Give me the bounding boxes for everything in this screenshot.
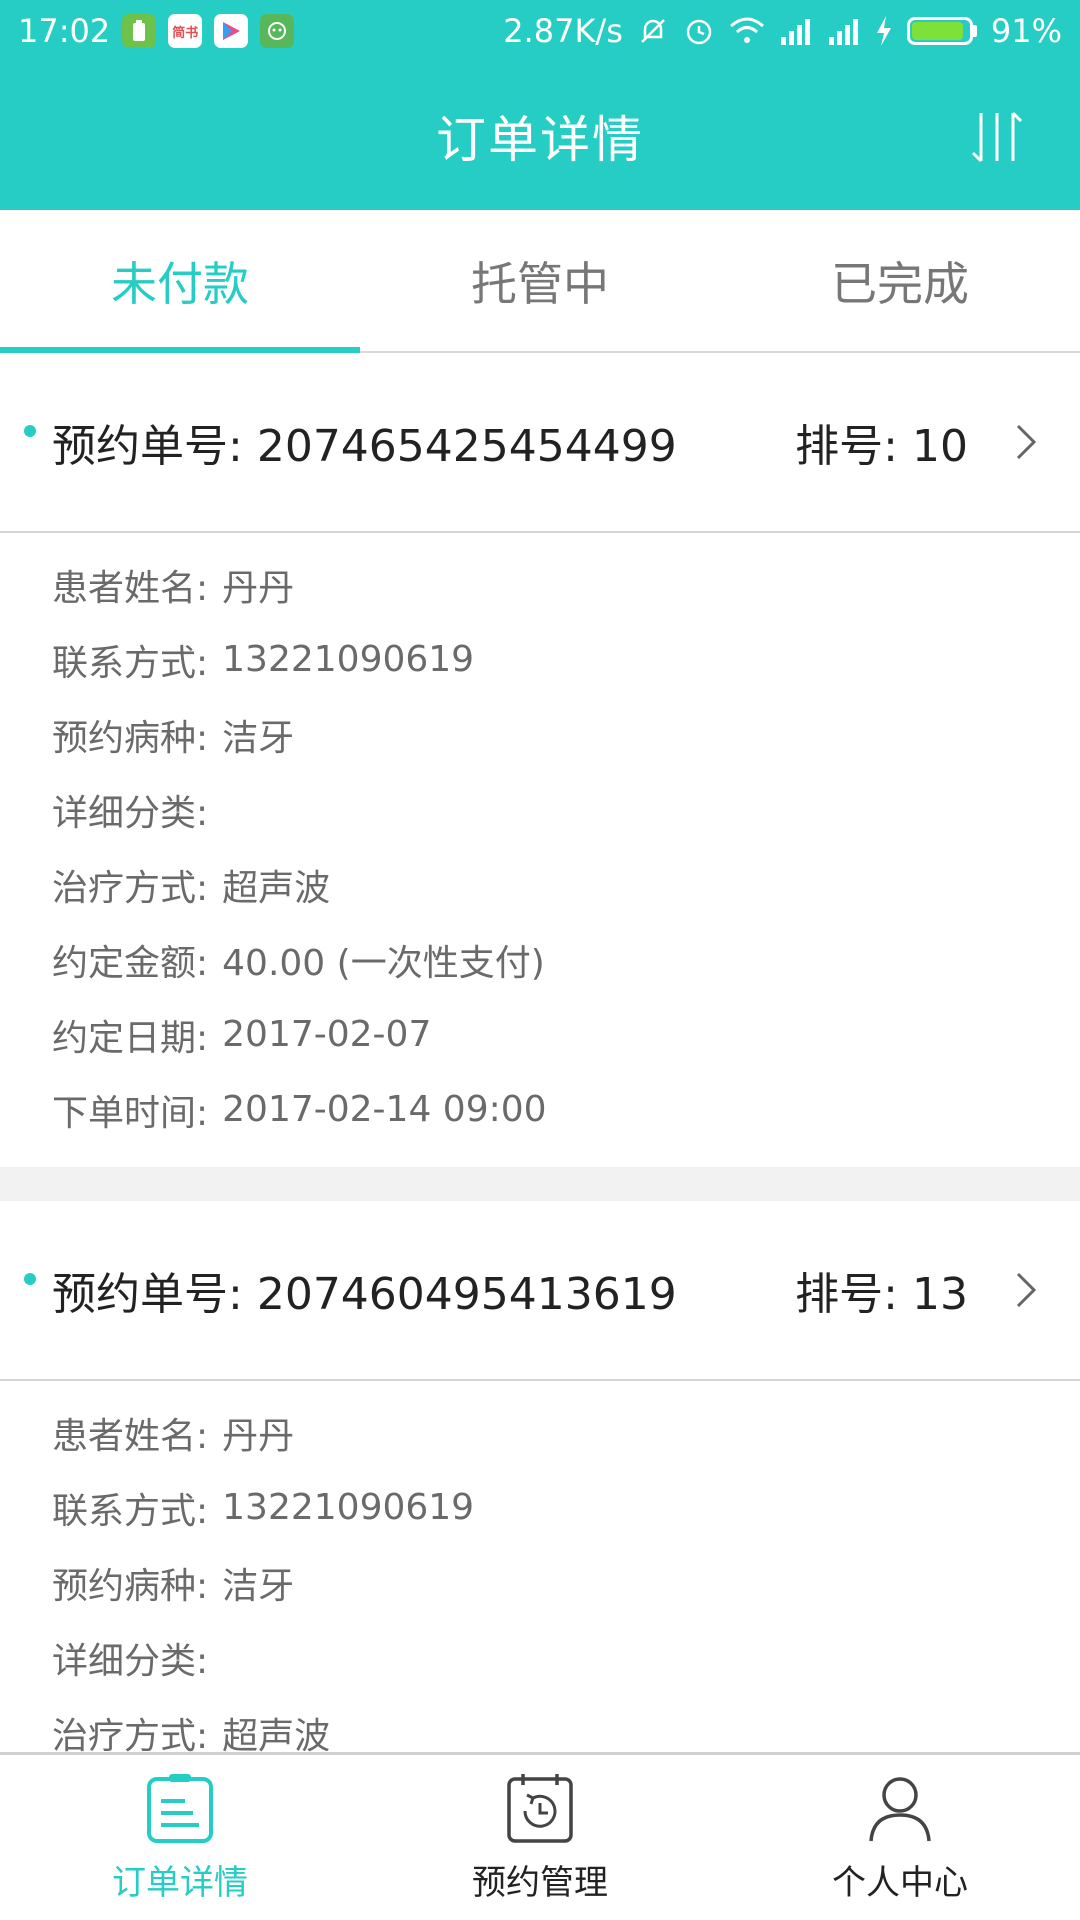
order-header[interactable]: 预约单号: 207460495413619 排号: 13 [0,1201,1080,1381]
contact-phone: 13221090619 [222,1487,475,1528]
amount-row: 约定金额: 40.00 (一次性支付) [52,922,1080,997]
disease: 洁牙 [222,1565,295,1607]
order-status-tabs: 未付款 托管中 已完成 [0,210,1080,353]
treatment: 超声波 [222,867,331,909]
tab-escrow[interactable]: 托管中 [360,210,720,351]
patient-name: 丹丹 [222,567,295,609]
tab-unpaid[interactable]: 未付款 [0,210,360,353]
order-details: 患者姓名: 丹丹 联系方式: 13221090619 预约病种: 洁牙 详细分类: 治… [0,1381,1080,1754]
disease: 洁牙 [222,717,295,759]
order-card: 预约单号: 207460495413619 排号: 13 患者姓名: 丹丹 联系方… [0,1201,1080,1753]
app-bar: 订单详情 [0,62,1080,210]
contact-phone: 13221090619 [222,639,475,680]
queue-number: 排号: 10 [795,421,968,472]
chevron-right-icon[interactable] [1010,1270,1040,1310]
order-number: 预约单号: 207460495413619 [52,1269,677,1320]
category-row: 详细分类: [52,1640,209,1682]
order-time-row: 下单时间: 2017-02-14 09:00 [52,1089,547,1134]
section-divider [0,1167,1080,1201]
alarm-icon [686,19,712,45]
order-number: 预约单号: 207465425454499 [52,421,677,472]
contact-row: 联系方式: 13221090619 [52,639,475,684]
battery-icon [906,17,977,45]
order-list[interactable]: 预约单号: 207465425454499 排号: 10 患者姓名: 丹丹 联系方… [0,353,1080,1753]
queue-number: 排号: 13 [795,1269,968,1320]
nav-label: 预约管理 [472,1863,608,1903]
battery-app-icon [122,14,157,48]
status-bar: 17:02 简书 2.87K/s 91% [0,0,1080,62]
user-icon [869,1777,931,1842]
sort-button[interactable] [964,102,1034,172]
order-card: 预约单号: 207465425454499 排号: 10 患者姓名: 丹丹 联系方… [0,353,1080,1167]
treatment-row: 治疗方式: 超声波 [52,847,1080,922]
nav-appointment-management[interactable]: 预约管理 [360,1755,720,1920]
chevron-right-icon[interactable] [1010,422,1040,462]
android-app-icon [260,14,295,48]
play-store-icon [214,14,249,48]
calendar-history-icon [507,1774,573,1843]
mute-icon [640,19,665,43]
patient-name-row: 患者姓名: 丹丹 [52,547,1080,622]
disease-row: 预约病种: 洁牙 [52,1545,1080,1620]
date-row: 约定日期: 2017-02-07 [52,1014,432,1059]
treatment-row: 治疗方式: 超声波 [52,1695,1080,1754]
signal-icon-2 [828,19,858,45]
page-title: 订单详情 [436,111,644,169]
category-row: 详细分类: [52,792,209,834]
signal-icon-1 [780,19,810,45]
nav-label: 个人中心 [832,1863,968,1903]
contact-row: 联系方式: 13221090619 [52,1487,475,1532]
jianshu-app-icon: 简书 [168,14,203,48]
amount: 40.00 (一次性支付) [222,942,545,984]
network-speed: 2.87K/s [503,12,623,50]
sort-icon [971,111,1023,163]
battery-percent: 91% [990,12,1062,50]
wifi-icon [729,17,764,43]
nav-personal-center[interactable]: 个人中心 [720,1755,1080,1920]
patient-name: 丹丹 [222,1415,295,1457]
patient-name-row: 患者姓名: 丹丹 [52,1395,1080,1470]
order-header[interactable]: 预约单号: 207465425454499 排号: 10 [0,353,1080,533]
nav-order-details[interactable]: 订单详情 [0,1755,360,1920]
charging-icon [876,16,891,46]
treatment: 超声波 [222,1715,331,1754]
order-time: 2017-02-14 09:00 [222,1089,547,1130]
disease-row: 预约病种: 洁牙 [52,697,1080,772]
tab-completed[interactable]: 已完成 [720,210,1080,351]
bullet-dot-icon [24,425,36,437]
appointment-date: 2017-02-07 [222,1014,432,1055]
nav-label: 订单详情 [112,1863,248,1903]
order-list-icon [147,1774,213,1843]
bottom-navigation: 订单详情 预约管理 个人中心 [0,1752,1080,1920]
bullet-dot-icon [24,1273,36,1285]
order-details: 患者姓名: 丹丹 联系方式: 13221090619 预约病种: 洁牙 详细分类: 治… [0,533,1080,1167]
status-time: 17:02 [18,12,111,50]
